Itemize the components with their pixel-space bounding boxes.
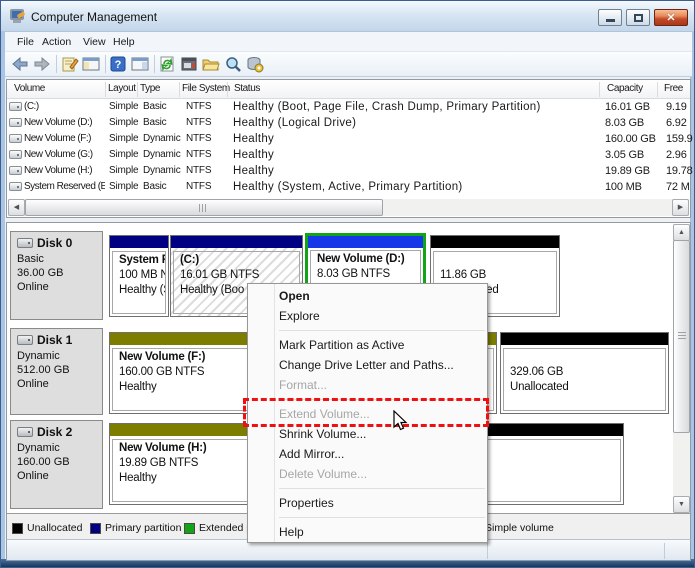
disk-icon [17,238,33,248]
menu-item-format[interactable]: Format... [248,375,487,395]
horizontal-scrollbar[interactable]: ◀ ▶ [8,199,689,216]
menu-separator [279,517,485,518]
col-layout[interactable]: Layout [108,83,136,94]
back-icon[interactable] [11,55,29,73]
col-volume[interactable]: Volume [14,83,45,94]
drive-icon [9,102,22,111]
computer-management-icon [10,9,26,24]
open-folder-icon[interactable] [202,55,220,73]
volume-row-g[interactable]: New Volume (G:)SimpleDynamicNTFSHealthy3… [7,147,690,163]
window-frame-left [1,32,5,561]
menu-item-add-mirror[interactable]: Add Mirror... [248,444,487,464]
disk2-panel[interactable]: Disk 2 Dynamic 160.00 GB Online [10,420,103,509]
title-bar[interactable]: Computer Management ✕ [1,1,694,32]
scroll-up-button[interactable]: ▲ [673,224,690,241]
legend-label-primary: Primary partition [105,522,181,534]
menu-file[interactable]: File [17,36,34,48]
menu-item-shrink-volume[interactable]: Shrink Volume... [248,424,487,444]
refresh-icon[interactable] [158,55,176,73]
drive-icon [9,150,22,159]
menu-item-change-drive-letter[interactable]: Change Drive Letter and Paths... [248,355,487,375]
help-icon[interactable]: ? [109,55,127,73]
disk-icon [17,427,33,437]
window-title: Computer Management [31,10,157,24]
search-icon[interactable] [224,55,242,73]
menu-item-open[interactable]: Open [248,286,487,306]
scroll-down-button[interactable]: ▼ [673,496,690,513]
svg-text:?: ? [115,59,122,71]
disk-properties-icon[interactable] [180,55,198,73]
drive-icon [9,118,22,127]
toolbar: ? [5,52,692,77]
menu-separator [279,488,485,489]
action-pane-icon[interactable] [131,55,149,73]
scrollbar-thumb[interactable] [673,240,690,433]
col-status[interactable]: Status [234,83,260,94]
console-tree-icon[interactable] [82,55,100,73]
drive-icon [9,166,22,175]
close-button[interactable]: ✕ [654,9,688,26]
scroll-left-button[interactable]: ◀ [8,199,25,216]
disk-settings-icon[interactable] [246,55,264,73]
legend-swatch-unallocated [12,523,23,534]
scroll-right-button[interactable]: ▶ [672,199,689,216]
col-free[interactable]: Free [664,83,683,94]
drive-icon [9,134,22,143]
unallocated-disk1[interactable]: 329.06 GBUnallocated [500,332,669,414]
legend-label-simple: Simple volume [485,522,554,534]
legend-swatch-primary [90,523,101,534]
scrollbar-thumb[interactable] [25,199,383,216]
col-file-system[interactable]: File System [182,83,230,94]
disk1-panel[interactable]: Disk 1 Dynamic 512.00 GB Online [10,328,103,415]
legend-label-unallocated: Unallocated [27,522,82,534]
legend-swatch-extended [184,523,195,534]
menu-help[interactable]: Help [113,36,135,48]
volume-row-h[interactable]: New Volume (H:)SimpleDynamicNTFSHealthy1… [7,163,690,179]
col-type[interactable]: Type [140,83,160,94]
volume-list-panel: Volume Layout Type File System Status Ca… [6,79,691,218]
menu-item-help[interactable]: Help [248,522,487,542]
volume-row-f[interactable]: New Volume (F:)SimpleDynamicNTFSHealthy1… [7,131,690,147]
minimize-button[interactable] [598,9,622,26]
menu-separator [279,330,485,331]
vertical-scrollbar[interactable]: ▲ ▼ [673,224,690,513]
volume-row-c[interactable]: (C:)SimpleBasicNTFSHealthy (Boot, Page F… [7,99,690,115]
volume-list-header[interactable]: Volume Layout Type File System Status Ca… [7,80,690,99]
disk-label: Disk 2 [37,425,72,439]
annotation-highlight-extend-volume [243,398,489,427]
drive-icon [9,182,22,191]
disk0-panel[interactable]: Disk 0 Basic 36.00 GB Online [10,231,103,320]
menu-action[interactable]: Action [42,36,71,48]
menu-item-mark-partition-active[interactable]: Mark Partition as Active [248,335,487,355]
menu-item-properties[interactable]: Properties [248,493,487,513]
forward-icon[interactable] [33,55,51,73]
volume-row-e[interactable]: System Reserved (E:)SimpleBasicNTFS100 M… [7,179,690,195]
mouse-cursor [393,410,409,432]
menu-item-explore[interactable]: Explore [248,306,487,326]
disk-icon [17,335,33,345]
volume-row-d[interactable]: New Volume (D:)SimpleBasicNTFSHealthy (L… [7,115,690,131]
col-capacity[interactable]: Capacity [607,83,643,94]
partition-system-reserved[interactable]: System R100 MB NHealthy (S [109,235,169,317]
disk-label: Disk 1 [37,333,72,347]
menu-bar: File Action View Help [5,32,692,52]
maximize-button[interactable] [626,9,650,26]
menu-item-delete-volume[interactable]: Delete Volume... [248,464,487,484]
menu-view[interactable]: View [83,36,106,48]
disk-label: Disk 0 [37,236,72,250]
export-list-icon[interactable] [61,55,79,73]
